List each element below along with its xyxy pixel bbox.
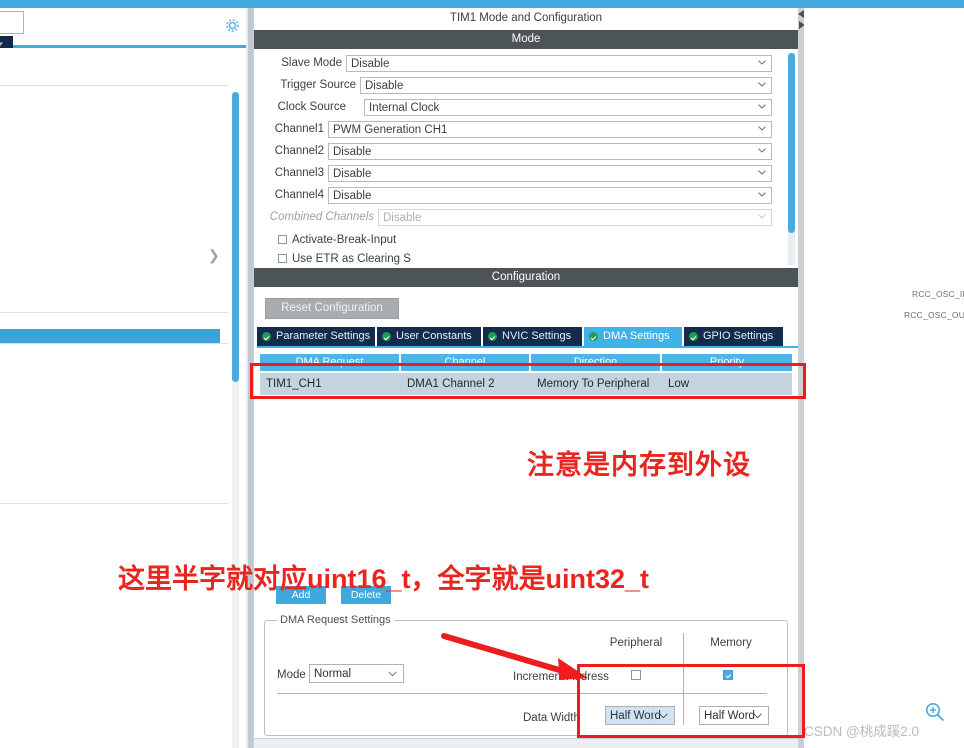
annotation-width-note: 这里半字就对应uint16_t，全字就是uint32_t bbox=[118, 564, 650, 594]
tab-user-constants[interactable]: User Constants bbox=[377, 327, 482, 346]
select-channel3[interactable]: Disable bbox=[328, 165, 772, 182]
chevron-right-icon[interactable]: ❯ bbox=[208, 248, 220, 262]
chevron-down-icon bbox=[758, 82, 766, 87]
select-slave-mode-value: Disable bbox=[351, 58, 390, 70]
column-header-memory: Memory bbox=[710, 637, 752, 649]
divider bbox=[0, 85, 228, 86]
column-header-peripheral: Peripheral bbox=[609, 637, 663, 649]
annotation-box-data-width bbox=[577, 664, 805, 738]
chevron-down-icon bbox=[758, 170, 766, 175]
tab-underline bbox=[257, 346, 798, 348]
check-circle-icon bbox=[382, 332, 391, 341]
label-data-width: Data Width bbox=[523, 712, 580, 724]
select-channel4-value: Disable bbox=[333, 190, 372, 202]
left-panel-body: ❯ bbox=[0, 48, 246, 748]
selected-list-item[interactable] bbox=[0, 329, 220, 343]
select-channel3-value: Disable bbox=[333, 168, 372, 180]
checkbox-use-etr-clearing-label: Use ETR as Clearing S bbox=[292, 253, 411, 265]
search-input[interactable] bbox=[0, 11, 24, 34]
right-canvas-area: RCC_OSC_IN RCC_OSC_OUT CSDN @桃成蹊2.0 bbox=[804, 8, 964, 748]
select-slave-mode[interactable]: Disable bbox=[346, 55, 772, 72]
top-blue-band bbox=[0, 0, 964, 8]
label-clock-source: Clock Source bbox=[277, 101, 346, 113]
checkbox-activate-break-input[interactable]: Activate-Break-Input bbox=[278, 234, 396, 246]
label-mode: Mode bbox=[277, 669, 306, 681]
mode-scrollbar-thumb[interactable] bbox=[788, 53, 795, 233]
select-channel4[interactable]: Disable bbox=[328, 187, 772, 204]
select-clock-source-value: Internal Clock bbox=[369, 102, 440, 114]
select-dma-mode-value: Normal bbox=[314, 668, 352, 680]
check-circle-icon bbox=[262, 332, 271, 341]
mode-section-body: Slave Mode Disable Trigger Source Disabl… bbox=[254, 49, 798, 267]
select-combined-channels: Disable bbox=[378, 209, 772, 226]
chevron-down-icon bbox=[758, 126, 766, 131]
reset-configuration-button[interactable]: Reset Configuration bbox=[265, 298, 399, 319]
chevron-down-icon bbox=[758, 192, 766, 197]
watermark: CSDN @桃成蹊2.0 bbox=[804, 724, 919, 739]
annotation-box-dma-row bbox=[250, 363, 806, 399]
chevron-down-icon bbox=[388, 671, 397, 677]
select-clock-source[interactable]: Internal Clock bbox=[364, 99, 772, 116]
check-circle-icon bbox=[488, 332, 497, 341]
tab-dma-settings[interactable]: DMA Settings bbox=[584, 327, 683, 346]
check-circle-icon bbox=[589, 332, 598, 341]
tab-dma-settings-label: DMA Settings bbox=[603, 330, 670, 342]
label-combined-channels: Combined Channels bbox=[269, 211, 374, 223]
tab-user-constants-label: User Constants bbox=[396, 330, 472, 342]
left-panel: Z ❯ bbox=[0, 8, 246, 748]
dialog-bottom-strip bbox=[254, 738, 798, 748]
mode-section-header: Mode bbox=[254, 30, 798, 49]
select-channel1-value: PWM Generation CH1 bbox=[333, 124, 448, 136]
checkbox-box bbox=[278, 254, 287, 263]
tab-gpio-settings-label: GPIO Settings bbox=[703, 330, 774, 342]
gear-icon[interactable] bbox=[224, 17, 241, 34]
row-trigger-source: Trigger Source Disable bbox=[254, 77, 774, 94]
annotation-arrow bbox=[441, 633, 588, 680]
row-channel2: Channel2 Disable bbox=[254, 143, 774, 160]
select-channel1[interactable]: PWM Generation CH1 bbox=[328, 121, 772, 138]
label-slave-mode: Slave Mode bbox=[281, 57, 342, 69]
row-channel1: Channel1 PWM Generation CH1 bbox=[254, 121, 774, 138]
left-scrollbar-thumb[interactable] bbox=[232, 92, 239, 382]
select-dma-mode[interactable]: Normal bbox=[309, 664, 404, 683]
dma-request-settings-title: DMA Request Settings bbox=[277, 614, 394, 626]
chevron-down-icon bbox=[758, 60, 766, 65]
label-channel2: Channel2 bbox=[274, 145, 324, 157]
checkbox-activate-break-input-label: Activate-Break-Input bbox=[292, 234, 397, 246]
chevron-down-icon bbox=[758, 214, 766, 219]
select-channel2-value: Disable bbox=[333, 146, 372, 158]
label-channel4: Channel4 bbox=[274, 189, 324, 201]
select-trigger-source[interactable]: Disable bbox=[360, 77, 772, 94]
label-channel1: Channel1 bbox=[274, 123, 324, 135]
chevron-down-icon bbox=[758, 148, 766, 153]
checkbox-use-etr-clearing[interactable]: Use ETR as Clearing S bbox=[278, 253, 411, 265]
annotation-direction-note: 注意是内存到外设 bbox=[527, 450, 751, 480]
divider bbox=[0, 312, 228, 313]
tab-parameter-settings-label: Parameter Settings bbox=[276, 330, 371, 342]
dialog-title: TIM1 Mode and Configuration bbox=[254, 8, 798, 28]
chevron-down-icon bbox=[758, 104, 766, 109]
tab-nvic-settings[interactable]: NVIC Settings bbox=[483, 327, 583, 346]
row-clock-source: Clock Source Internal Clock bbox=[254, 99, 774, 116]
checkbox-box bbox=[278, 235, 287, 244]
tab-parameter-settings[interactable]: Parameter Settings bbox=[257, 327, 376, 346]
row-channel4: Channel4 Disable bbox=[254, 187, 774, 204]
select-combined-channels-value: Disable bbox=[383, 212, 422, 224]
divider bbox=[0, 503, 228, 504]
row-slave-mode: Slave Mode Disable bbox=[254, 55, 774, 72]
tab-gpio-settings[interactable]: GPIO Settings bbox=[684, 327, 784, 346]
pin-label-rcc-osc-in: RCC_OSC_IN bbox=[912, 289, 964, 299]
left-panel-header: Z bbox=[0, 8, 246, 59]
row-combined-channels: Combined Channels Disable bbox=[254, 209, 774, 226]
select-trigger-source-value: Disable bbox=[365, 80, 404, 92]
check-circle-icon bbox=[689, 332, 698, 341]
tab-nvic-settings-label: NVIC Settings bbox=[502, 330, 572, 342]
row-channel3: Channel3 Disable bbox=[254, 165, 774, 182]
label-trigger-source: Trigger Source bbox=[280, 79, 356, 91]
label-channel3: Channel3 bbox=[274, 167, 324, 179]
pin-label-rcc-osc-out: RCC_OSC_OUT bbox=[904, 310, 964, 320]
divider bbox=[0, 343, 228, 344]
select-channel2[interactable]: Disable bbox=[328, 143, 772, 160]
configuration-section-header: Configuration bbox=[254, 268, 798, 287]
